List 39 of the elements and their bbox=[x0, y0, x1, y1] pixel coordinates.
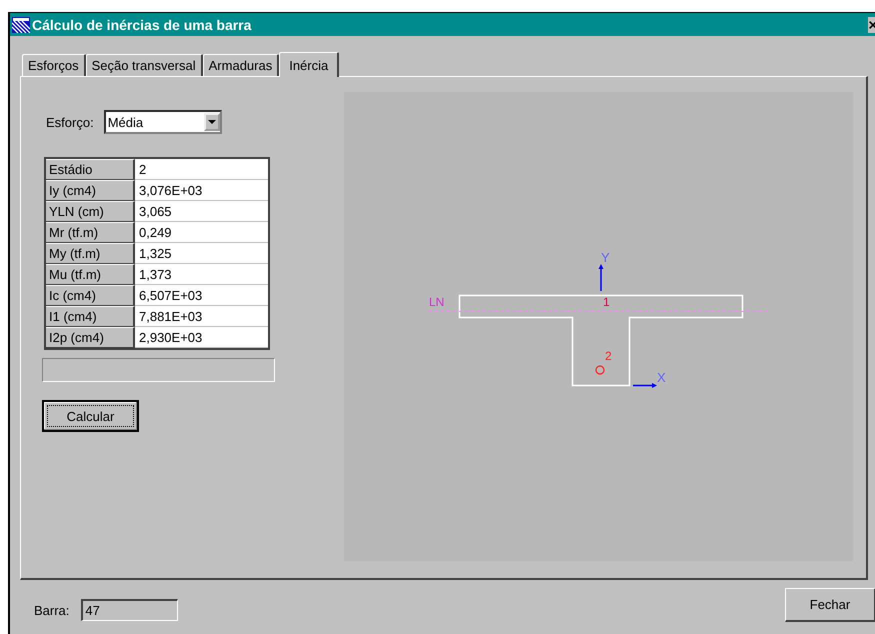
row-header: Estádio bbox=[46, 159, 135, 180]
row-header: I2p (cm4) bbox=[46, 327, 135, 348]
barra-field[interactable]: 47 bbox=[81, 599, 178, 621]
row-header: Iy (cm4) bbox=[46, 180, 135, 201]
tab[interactable]: Inércia bbox=[279, 52, 340, 77]
row-header: My (tf.m) bbox=[46, 243, 135, 264]
point-marker bbox=[595, 365, 605, 375]
table-cell: 2 bbox=[135, 159, 268, 180]
y-axis-label: Y bbox=[601, 250, 610, 265]
point-label: 2 bbox=[605, 349, 612, 363]
table-cell: 1,325 bbox=[135, 243, 268, 264]
row-header: YLN (cm) bbox=[46, 201, 135, 222]
table-cell: 0,249 bbox=[135, 222, 268, 243]
window-title: Cálculo de inércias de uma barra bbox=[32, 16, 252, 32]
table-cell: 7,881E+03 bbox=[135, 306, 268, 327]
row-header: Mu (tf.m) bbox=[46, 264, 135, 285]
esforco-dropdown[interactable]: Média bbox=[104, 110, 222, 134]
table-cell: 1,373 bbox=[135, 264, 268, 285]
row-header: Mr (tf.m) bbox=[46, 222, 135, 243]
table-cell: 6,507E+03 bbox=[135, 285, 268, 306]
row-header: I1 (cm4) bbox=[46, 306, 135, 327]
row-header: Ic (cm4) bbox=[46, 285, 135, 306]
neutral-line-label: LN bbox=[429, 295, 444, 309]
close-dialog-button[interactable]: Fechar bbox=[785, 588, 875, 622]
calculate-button[interactable]: Calcular bbox=[42, 400, 139, 432]
x-axis-label: X bbox=[657, 370, 666, 385]
table-cell: 2,930E+03 bbox=[135, 327, 268, 348]
y-axis-arrow bbox=[598, 264, 604, 291]
barra-label: Barra: bbox=[34, 602, 70, 618]
close-button[interactable] bbox=[868, 16, 875, 32]
app-logo-icon bbox=[12, 16, 30, 32]
tab[interactable]: Esforços bbox=[22, 54, 86, 76]
esforco-label: Esforço: bbox=[46, 114, 94, 130]
x-axis-arrow bbox=[633, 383, 657, 388]
table-cell: 3,065 bbox=[135, 201, 268, 222]
tab[interactable]: Seção transversal bbox=[86, 54, 203, 76]
table-cell: 3,076E+03 bbox=[135, 180, 268, 201]
tab[interactable]: Armaduras bbox=[202, 54, 280, 76]
point-label: 1 bbox=[603, 295, 610, 309]
